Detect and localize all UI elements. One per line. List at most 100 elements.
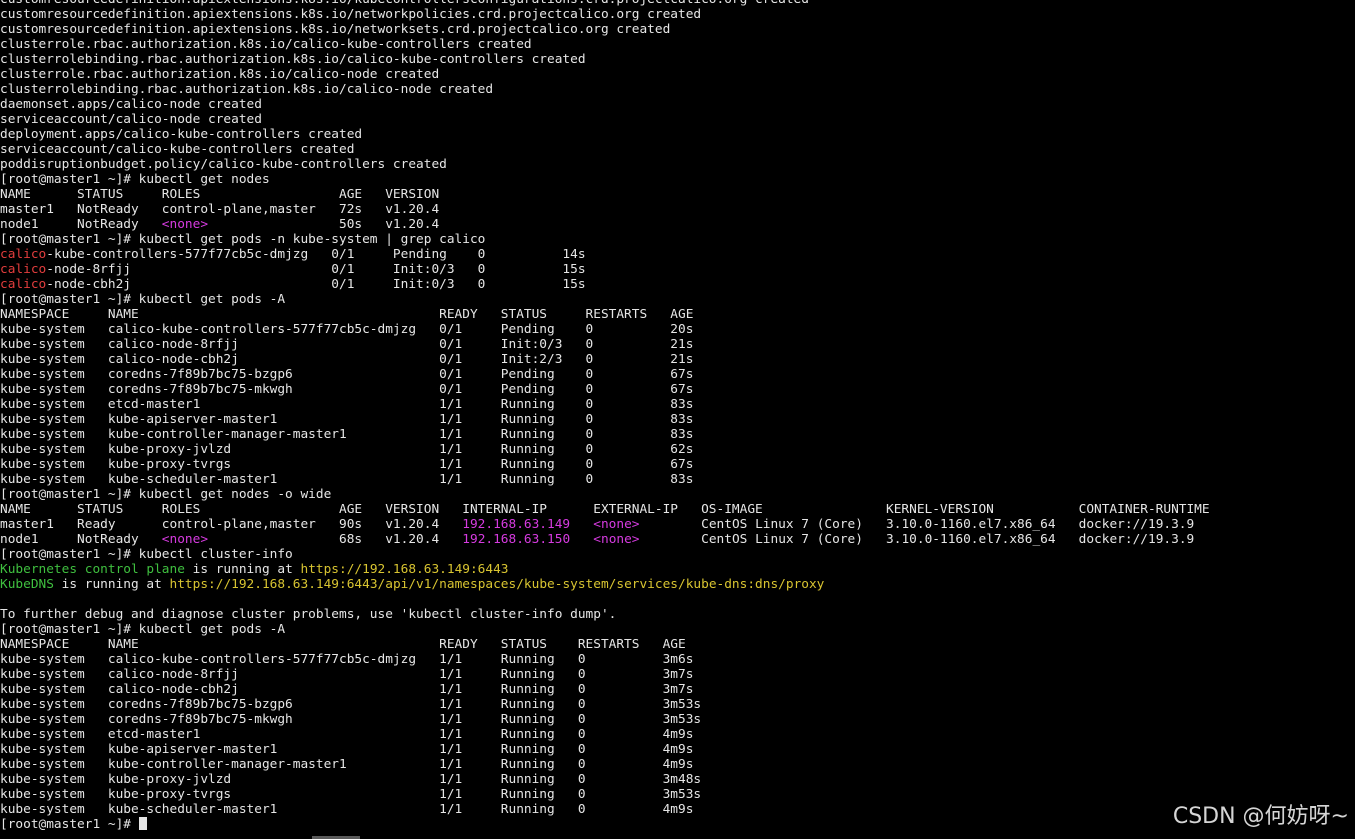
terminal-text: customresourcedefinition.apiextensions.k… <box>0 0 809 7</box>
terminal-text: kube-system etcd-master1 1/1 Running 0 4… <box>0 727 694 742</box>
terminal-text: node1 NotReady <box>0 532 162 547</box>
terminal-text: -node-8rfjj 0/1 Init:0/3 0 15s <box>46 262 586 277</box>
terminal-text: calico <box>0 247 47 262</box>
terminal-text: NAME STATUS ROLES AGE VERSION INTERNAL-I… <box>0 502 1210 517</box>
terminal-text: [root@master1 ~]# kubectl get pods -A <box>0 292 286 307</box>
terminal-line: [root@master1 ~]# kubectl get nodes -o w… <box>0 487 1210 502</box>
terminal-line: NAME STATUS ROLES AGE VERSION INTERNAL-I… <box>0 502 1210 517</box>
terminal-line: kube-system calico-kube-controllers-577f… <box>0 652 1210 667</box>
terminal-line: NAME STATUS ROLES AGE VERSION <box>0 187 1210 202</box>
terminal-line: [root@master1 ~]# kubectl get nodes <box>0 172 1210 187</box>
terminal-text: kube-system kube-controller-manager-mast… <box>0 427 694 442</box>
terminal-text: CentOS Linux 7 (Core) 3.10.0-1160.el7.x8… <box>639 532 1195 547</box>
terminal-text: kube-system kube-controller-manager-mast… <box>0 757 694 772</box>
terminal-line: customresourcedefinition.apiextensions.k… <box>0 22 1210 37</box>
terminal-text: kube-system coredns-7f89b7bc75-bzgp6 1/1… <box>0 697 702 712</box>
terminal-line: kube-system kube-scheduler-master1 1/1 R… <box>0 472 1210 487</box>
terminal-line: master1 Ready control-plane,master 90s v… <box>0 517 1210 532</box>
terminal-line: kube-system kube-proxy-jvlzd 1/1 Running… <box>0 772 1210 787</box>
terminal-text: <none> <box>593 517 640 532</box>
terminal-line: Kubernetes control plane is running at h… <box>0 562 1210 577</box>
terminal-text: customresourcedefinition.apiextensions.k… <box>0 22 671 37</box>
terminal-line: clusterrole.rbac.authorization.k8s.io/ca… <box>0 67 1210 82</box>
terminal-text: kube-system kube-apiserver-master1 1/1 R… <box>0 412 694 427</box>
terminal-text: master1 NotReady control-plane,master 72… <box>0 202 440 217</box>
terminal-line: kube-system kube-proxy-tvrgs 1/1 Running… <box>0 787 1210 802</box>
terminal-line: kube-system kube-scheduler-master1 1/1 R… <box>0 802 1210 817</box>
prompt-line[interactable]: [root@master1 ~]# <box>0 817 1210 832</box>
terminal-text: kube-system calico-kube-controllers-577f… <box>0 652 694 667</box>
terminal-text: clusterrole.rbac.authorization.k8s.io/ca… <box>0 37 532 52</box>
terminal-line: kube-system etcd-master1 1/1 Running 0 8… <box>0 397 1210 412</box>
terminal-output: customresourcedefinition.apiextensions.k… <box>0 0 1210 832</box>
terminal-line: kube-system calico-node-8rfjj 0/1 Init:0… <box>0 337 1210 352</box>
terminal-text: [root@master1 ~]# kubectl cluster-info <box>0 547 293 562</box>
terminal-text: [root@master1 ~]# kubectl get nodes <box>0 172 270 187</box>
terminal-text: <none> <box>593 532 640 547</box>
terminal-text: kube-system calico-node-cbh2j 0/1 Init:2… <box>0 352 694 367</box>
shell-prompt: [root@master1 ~]# <box>0 817 139 832</box>
terminal-text: KubeDNS <box>0 577 54 592</box>
terminal-line: NAMESPACE NAME READY STATUS RESTARTS AGE <box>0 307 1210 322</box>
terminal-line: daemonset.apps/calico-node created <box>0 97 1210 112</box>
terminal-line: calico-node-cbh2j 0/1 Init:0/3 0 15s <box>0 277 1210 292</box>
watermark: CSDN @何妨呀~ <box>1172 804 1349 829</box>
terminal-line: kube-system kube-proxy-tvrgs 1/1 Running… <box>0 457 1210 472</box>
terminal-line: kube-system kube-apiserver-master1 1/1 R… <box>0 412 1210 427</box>
terminal-line: kube-system coredns-7f89b7bc75-mkwgh 0/1… <box>0 382 1210 397</box>
terminal-line: deployment.apps/calico-kube-controllers … <box>0 127 1210 142</box>
terminal-text: kube-system kube-proxy-tvrgs 1/1 Running… <box>0 787 702 802</box>
terminal-text: kube-system kube-proxy-tvrgs 1/1 Running… <box>0 457 694 472</box>
terminal-text: 68s v1.20.4 <box>208 532 463 547</box>
terminal-text: Kubernetes control plane <box>0 562 185 577</box>
terminal-text: is running at <box>184 562 301 577</box>
terminal-line: NAMESPACE NAME READY STATUS RESTARTS AGE <box>0 637 1210 652</box>
terminal-text: kube-system calico-kube-controllers-577f… <box>0 322 694 337</box>
terminal-line: calico-node-8rfjj 0/1 Init:0/3 0 15s <box>0 262 1210 277</box>
terminal-line: kube-system calico-kube-controllers-577f… <box>0 322 1210 337</box>
terminal-text: kube-system coredns-7f89b7bc75-mkwgh 0/1… <box>0 382 694 397</box>
terminal-line: customresourcedefinition.apiextensions.k… <box>0 0 1210 7</box>
terminal-line: kube-system etcd-master1 1/1 Running 0 4… <box>0 727 1210 742</box>
terminal-text: kube-system coredns-7f89b7bc75-bzgp6 0/1… <box>0 367 694 382</box>
terminal-text: kube-system calico-node-8rfjj 1/1 Runnin… <box>0 667 694 682</box>
terminal-text: NAMESPACE NAME READY STATUS RESTARTS AGE <box>0 307 694 322</box>
terminal-line: KubeDNS is running at https://192.168.63… <box>0 577 1210 592</box>
terminal-line: node1 NotReady <none> 68s v1.20.4 192.16… <box>0 532 1210 547</box>
terminal-text: kube-system calico-node-8rfjj 0/1 Init:0… <box>0 337 694 352</box>
terminal-text: https://192.168.63.149:6443/api/v1/names… <box>169 577 825 592</box>
terminal-line: poddisruptionbudget.policy/calico-kube-c… <box>0 157 1210 172</box>
terminal-line: [root@master1 ~]# kubectl get pods -n ku… <box>0 232 1210 247</box>
terminal-text: kube-system etcd-master1 1/1 Running 0 8… <box>0 397 694 412</box>
terminal-text: <none> <box>161 217 209 232</box>
terminal-line: [root@master1 ~]# kubectl get pods -A <box>0 622 1210 637</box>
terminal-text: CentOS Linux 7 (Core) 3.10.0-1160.el7.x8… <box>639 517 1195 532</box>
terminal-text: node1 NotReady <box>0 217 162 232</box>
terminal-line: kube-system calico-node-cbh2j 0/1 Init:2… <box>0 352 1210 367</box>
terminal-text: NAME STATUS ROLES AGE VERSION <box>0 187 440 202</box>
terminal-text: kube-system kube-scheduler-master1 1/1 R… <box>0 472 694 487</box>
terminal-text: serviceaccount/calico-node created <box>0 112 262 127</box>
text-cursor <box>138 817 147 830</box>
terminal-line: [root@master1 ~]# kubectl cluster-info <box>0 547 1210 562</box>
terminal-text: master1 Ready control-plane,master 90s v… <box>0 517 463 532</box>
terminal-line: master1 NotReady control-plane,master 72… <box>0 202 1210 217</box>
terminal-line: kube-system coredns-7f89b7bc75-mkwgh 1/1… <box>0 712 1210 727</box>
terminal-line: serviceaccount/calico-node created <box>0 112 1210 127</box>
terminal-window[interactable]: customresourcedefinition.apiextensions.k… <box>0 0 1355 839</box>
terminal-text: customresourcedefinition.apiextensions.k… <box>0 7 702 22</box>
terminal-text: To further debug and diagnose cluster pr… <box>0 607 617 622</box>
terminal-text: daemonset.apps/calico-node created <box>0 97 262 112</box>
terminal-text: calico <box>0 262 47 277</box>
terminal-text: kube-system kube-scheduler-master1 1/1 R… <box>0 802 694 817</box>
terminal-text: is running at <box>53 577 170 592</box>
terminal-line: kube-system kube-proxy-jvlzd 1/1 Running… <box>0 442 1210 457</box>
terminal-text: deployment.apps/calico-kube-controllers … <box>0 127 363 142</box>
terminal-line: kube-system calico-node-8rfjj 1/1 Runnin… <box>0 667 1210 682</box>
terminal-text: clusterrolebinding.rbac.authorization.k8… <box>0 52 586 67</box>
terminal-text: [root@master1 ~]# kubectl get pods -n ku… <box>0 232 486 247</box>
terminal-text: 192.168.63.150 <box>462 532 571 547</box>
terminal-text: 50s v1.20.4 <box>208 217 440 232</box>
